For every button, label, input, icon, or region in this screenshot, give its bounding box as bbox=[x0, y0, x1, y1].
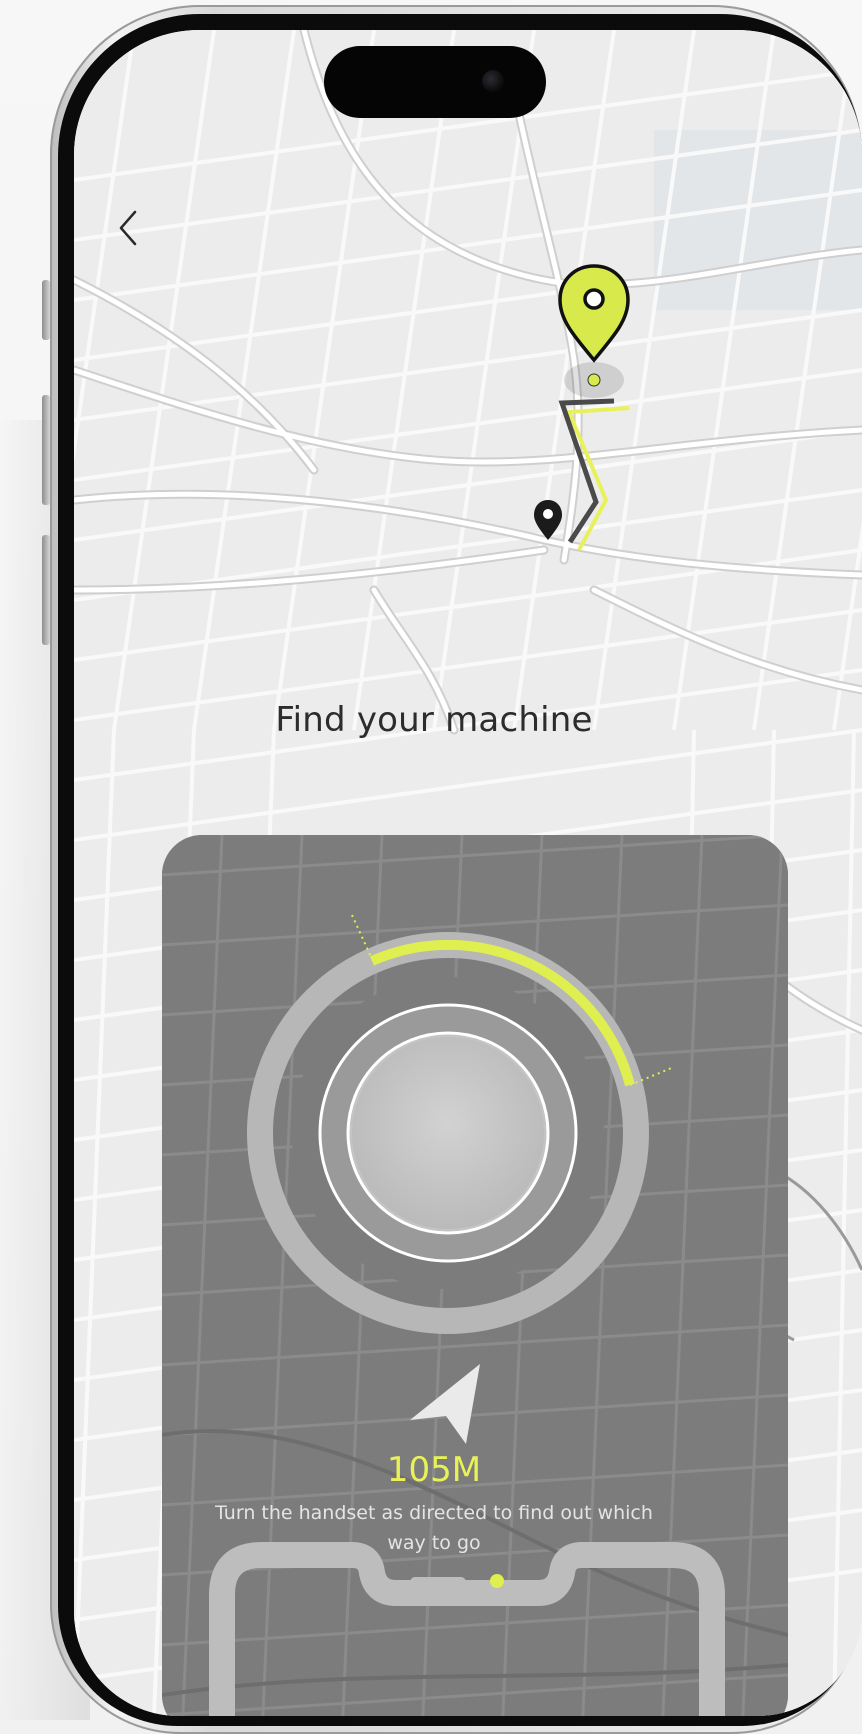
compass-panel bbox=[162, 835, 788, 1716]
camera-icon bbox=[482, 70, 504, 92]
side-button bbox=[42, 280, 50, 340]
side-button bbox=[42, 395, 50, 505]
back-button[interactable] bbox=[108, 200, 148, 256]
chevron-left-icon bbox=[119, 210, 137, 246]
destination-pin-icon[interactable] bbox=[558, 264, 630, 398]
distance-value: 105M bbox=[386, 1450, 482, 1490]
side-button bbox=[42, 535, 50, 645]
device-mockup: Find your machine 105M Turn the handset … bbox=[0, 0, 862, 1734]
dynamic-island bbox=[324, 46, 546, 118]
navigation-arrow-icon bbox=[410, 1364, 480, 1444]
direction-hint: Turn the handset as directed to find out… bbox=[215, 1502, 653, 1554]
phone-screen: Find your machine 105M Turn the handset … bbox=[74, 30, 862, 1716]
page-title: Find your machine bbox=[275, 700, 593, 740]
phone-illustration bbox=[209, 1542, 725, 1716]
